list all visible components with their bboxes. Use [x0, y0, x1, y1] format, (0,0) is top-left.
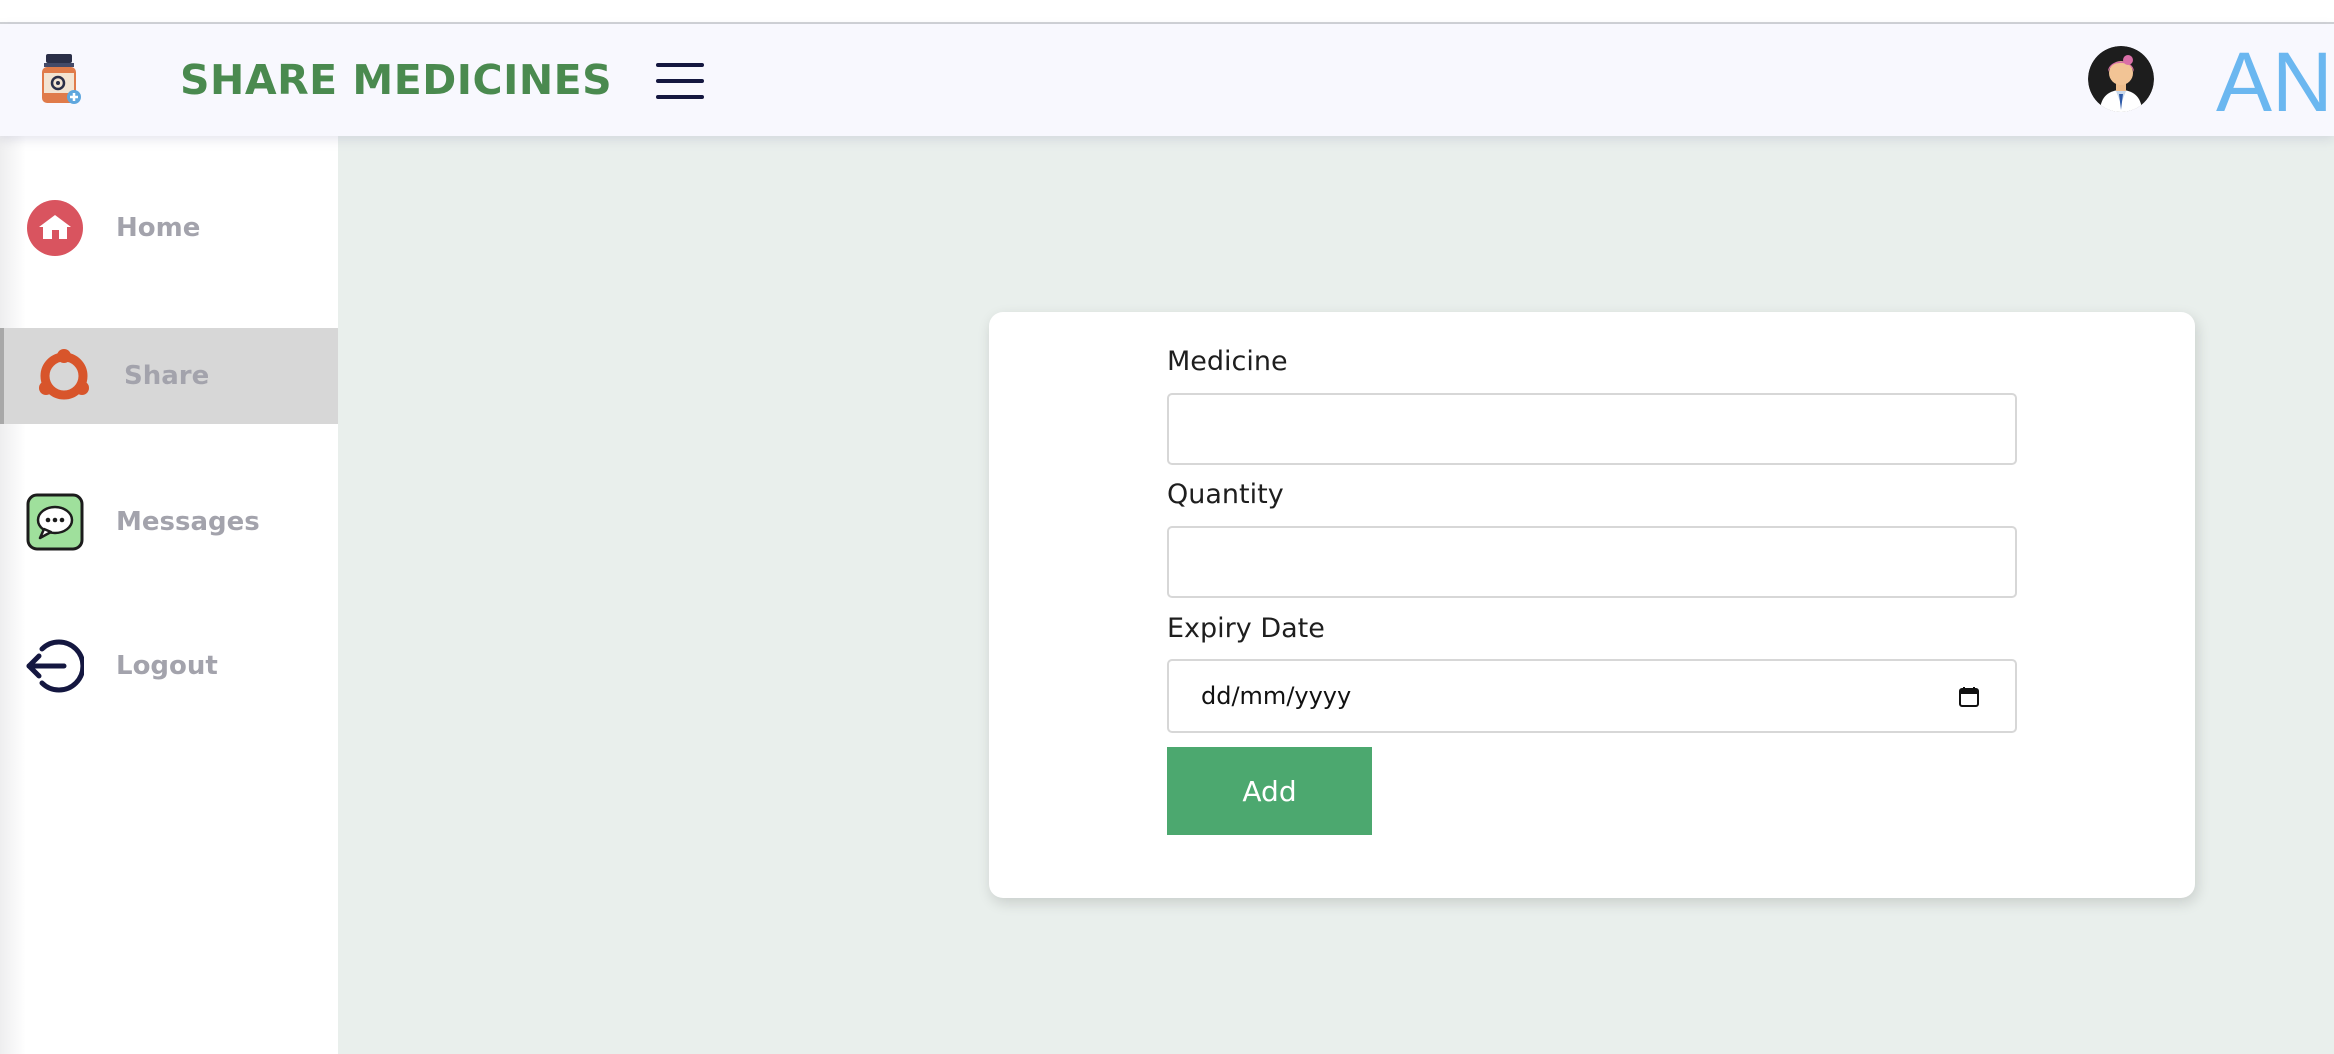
- sidebar-item-label: Logout: [116, 651, 218, 681]
- share-icon: [39, 349, 89, 400]
- hamburger-menu-button[interactable]: [654, 60, 706, 102]
- user-avatar-icon: [2088, 46, 2154, 112]
- expiry-date-input[interactable]: dd/mm/yyyy: [1167, 659, 2017, 733]
- menu-bar: [656, 79, 704, 83]
- sidebar: Home Share Messages Logout: [0, 136, 338, 1054]
- menu-bar: [656, 95, 704, 99]
- calendar-icon[interactable]: [1959, 687, 1979, 707]
- sidebar-item-home[interactable]: Home: [0, 198, 338, 294]
- chat-bubble-icon: [26, 493, 84, 551]
- sidebar-item-messages[interactable]: Messages: [0, 492, 338, 588]
- user-name: ANU: [2216, 35, 2334, 129]
- expiry-date-placeholder: dd/mm/yyyy: [1201, 682, 1352, 710]
- share-medicine-form: Medicine Quantity Expiry Date dd/mm/yyyy…: [989, 312, 2195, 898]
- top-header: SHARE MEDICINES ANU: [0, 24, 2334, 136]
- browser-top-strip: [0, 0, 2334, 24]
- sidebar-item-share[interactable]: Share: [0, 328, 338, 424]
- sidebar-item-label: Share: [124, 361, 210, 391]
- sidebar-item-label: Messages: [116, 507, 260, 537]
- user-avatar[interactable]: [2088, 46, 2154, 112]
- app-title: SHARE MEDICINES: [180, 56, 613, 104]
- quantity-input[interactable]: [1167, 526, 2017, 598]
- medicine-input[interactable]: [1167, 393, 2017, 465]
- quantity-label: Quantity: [1167, 479, 1284, 510]
- home-icon: [27, 200, 83, 256]
- expiry-date-label: Expiry Date: [1167, 613, 1325, 644]
- medicine-bottle-icon: [42, 54, 81, 104]
- sidebar-item-logout[interactable]: Logout: [0, 636, 338, 732]
- logout-icon: [26, 639, 84, 693]
- medicine-label: Medicine: [1167, 346, 1288, 377]
- sidebar-item-label: Home: [116, 213, 201, 243]
- menu-bar: [656, 63, 704, 67]
- add-button[interactable]: Add: [1167, 747, 1372, 835]
